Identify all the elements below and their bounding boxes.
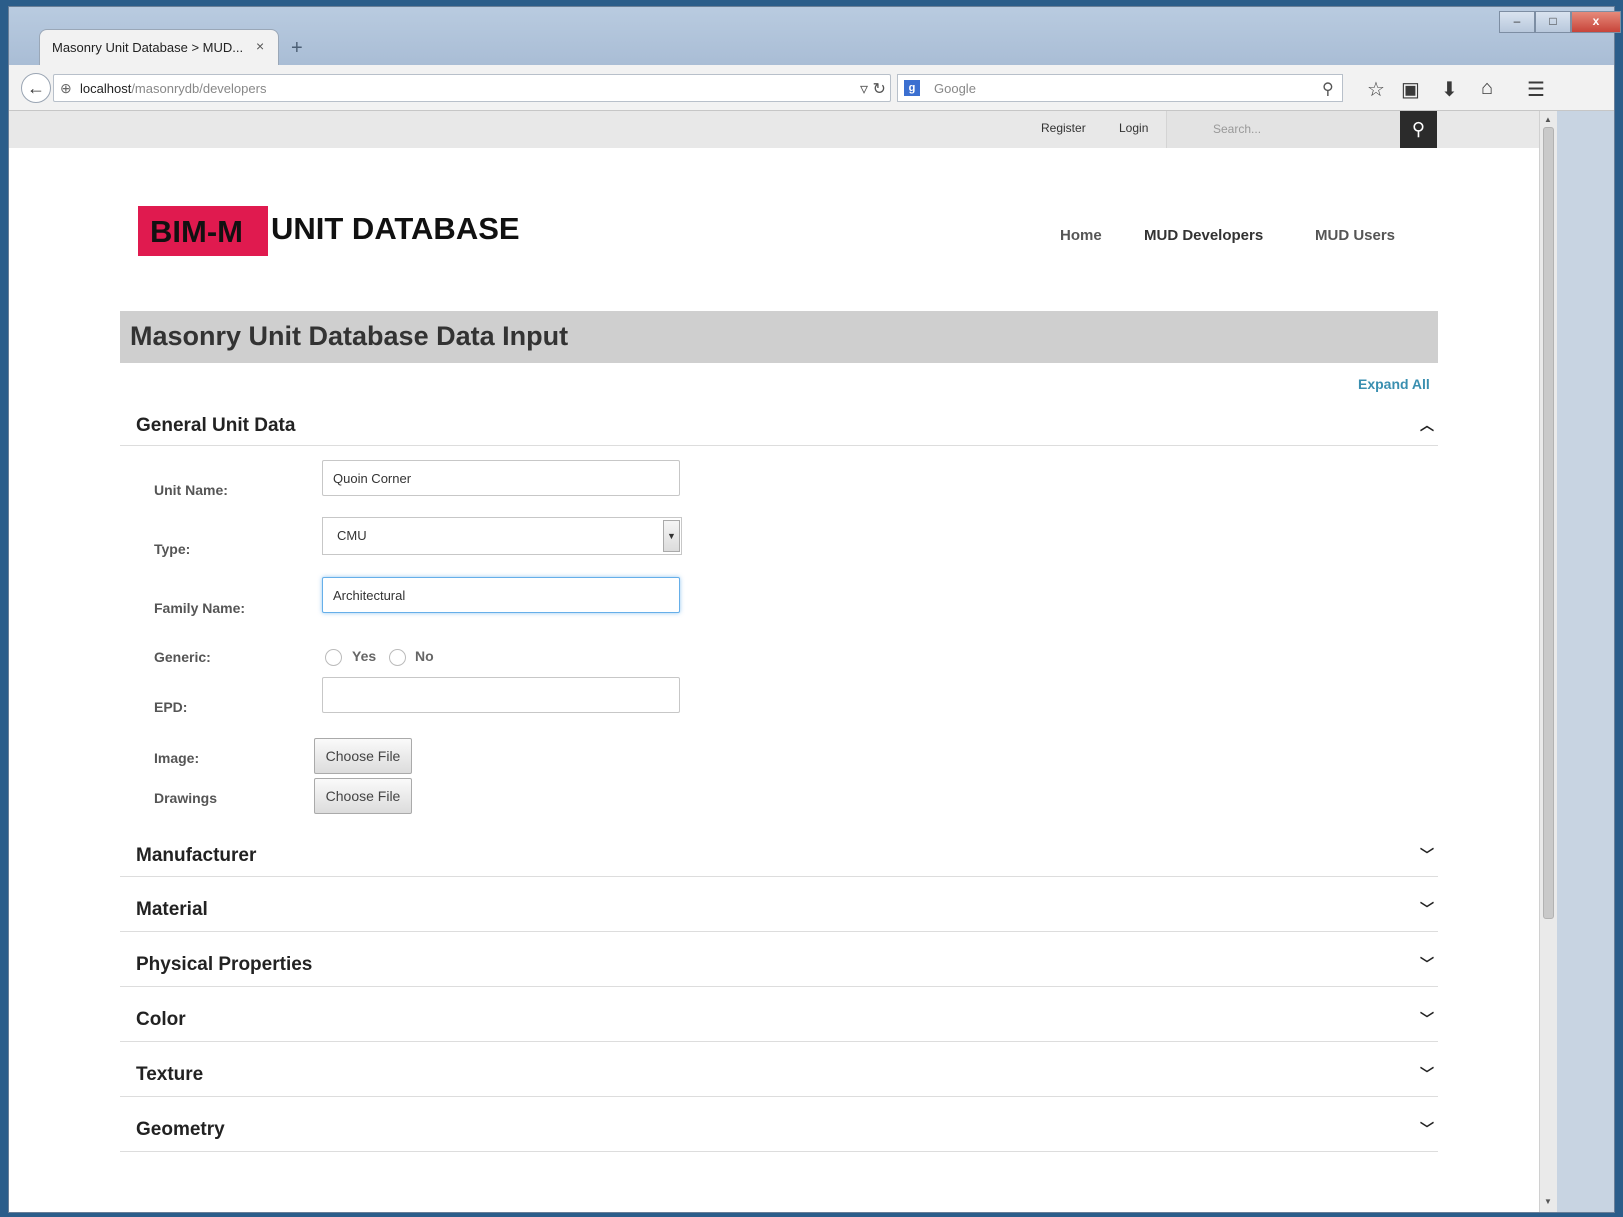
scroll-down-icon[interactable]: ▼ [1544,1197,1552,1206]
section-color[interactable]: Color ﹀ [120,987,1438,1042]
star-icon[interactable]: ☆ [1367,77,1385,102]
minimize-button[interactable]: – [1499,11,1535,33]
type-label: Type: [154,541,191,557]
browser-tab[interactable]: Masonry Unit Database > MUD... × [39,29,279,65]
drawings-label: Drawings [154,790,218,806]
chevron-down-icon[interactable]: ﹀ [1420,954,1434,974]
image-choose-file-button[interactable]: Choose File [314,738,412,774]
logo-text[interactable]: UNIT DATABASE [271,211,520,247]
window-controls: – □ x [1499,11,1621,33]
tab-title: Masonry Unit Database > MUD... [52,40,244,55]
magnifier-icon[interactable]: ⚲ [1322,79,1334,99]
nav-home[interactable]: Home [1060,227,1102,244]
type-selected-value: CMU [337,528,367,543]
vertical-scrollbar[interactable]: ▲ ▼ [1539,111,1557,1212]
chevron-down-icon[interactable]: ﹀ [1420,1009,1434,1029]
epd-label: EPD: [154,699,188,715]
generic-no-label[interactable]: No [415,648,434,664]
address-bar[interactable]: ⊕ localhost/masonrydb/developers ▿ ↻ [53,74,891,102]
chevron-down-icon[interactable]: ﹀ [1420,1064,1434,1084]
page-title: Masonry Unit Database Data Input [130,321,569,351]
chevron-down-icon[interactable]: ﹀ [1420,1119,1434,1139]
family-name-label: Family Name: [154,600,246,616]
scrollbar-thumb[interactable] [1543,127,1554,919]
section-texture[interactable]: Texture ﹀ [120,1042,1438,1097]
section-general-unit-data[interactable]: General Unit Data ︿ [120,405,1438,446]
generic-label: Generic: [154,649,211,665]
section-title: Physical Properties [136,954,313,975]
generic-yes-label[interactable]: Yes [352,648,376,664]
search-icon[interactable]: ⚲ [1400,111,1437,148]
drawings-choose-file-button[interactable]: Choose File [314,778,412,814]
reload-icon[interactable]: ▿ ↻ [860,79,886,99]
page-title-bar: Masonry Unit Database Data Input [120,311,1438,363]
section-geometry[interactable]: Geometry ﹀ [120,1097,1438,1152]
generic-yes-radio[interactable] [325,649,342,666]
nav-mud-users[interactable]: MUD Users [1315,227,1395,244]
unit-name-label: Unit Name: [154,482,228,498]
expand-all-link[interactable]: Expand All [1358,376,1430,392]
url-text: localhost/masonrydb/developers [80,81,267,96]
download-icon[interactable]: ⬇ [1441,77,1458,102]
page-viewport: Register Login Search... ⚲ BIM-M UNIT DA… [9,111,1539,1212]
browser-search-placeholder: Google [934,81,976,96]
clipboard-icon[interactable]: ▣ [1401,77,1420,102]
section-title: Color [136,1009,186,1030]
google-icon: g [904,80,920,96]
home-icon[interactable]: ⌂ [1481,77,1493,100]
logo-highlight[interactable]: BIM-M [138,206,268,256]
scroll-up-icon[interactable]: ▲ [1544,115,1552,124]
section-material[interactable]: Material ﹀ [120,877,1438,932]
type-select[interactable]: CMU ▼ [322,517,682,555]
chevron-down-icon[interactable]: ﹀ [1420,899,1434,919]
chevron-down-icon[interactable]: ﹀ [1420,845,1434,865]
menu-icon[interactable]: ☰ [1527,77,1545,102]
site-search-placeholder: Search... [1213,122,1262,136]
browser-search-bar[interactable]: g Google ⚲ [897,74,1343,102]
globe-icon: ⊕ [60,80,72,96]
register-link[interactable]: Register [1041,121,1086,135]
section-title: Texture [136,1064,204,1085]
section-title: Geometry [136,1119,225,1140]
maximize-button[interactable]: □ [1535,11,1571,33]
browser-window: Masonry Unit Database > MUD... × + – □ x… [8,6,1621,1213]
site-top-strip: Register Login Search... ⚲ [9,111,1539,148]
unit-name-input[interactable] [322,460,680,496]
section-manufacturer[interactable]: Manufacturer ﹀ [120,833,1438,877]
close-button[interactable]: x [1571,11,1621,33]
new-tab-button[interactable]: + [291,37,303,60]
dropdown-arrow-icon[interactable]: ▼ [663,520,680,552]
tab-close-icon[interactable]: × [256,38,264,54]
section-title: Material [136,899,208,920]
section-title: Manufacturer [136,845,257,866]
image-label: Image: [154,750,200,766]
family-name-input[interactable] [322,577,680,613]
epd-input[interactable] [322,677,680,713]
browser-toolbar: ← ⊕ localhost/masonrydb/developers ▿ ↻ g… [9,65,1614,111]
title-bar: Masonry Unit Database > MUD... × + – □ x [9,7,1621,65]
chevron-up-icon[interactable]: ︿ [1420,415,1434,435]
site-search-input[interactable]: Search... [1166,111,1400,148]
section-physical-properties[interactable]: Physical Properties ﹀ [120,932,1438,987]
section-title: General Unit Data [136,415,296,436]
login-link[interactable]: Login [1119,121,1148,135]
nav-mud-developers[interactable]: MUD Developers [1144,227,1263,244]
generic-no-radio[interactable] [389,649,406,666]
back-arrow-icon[interactable]: ← [21,73,51,103]
